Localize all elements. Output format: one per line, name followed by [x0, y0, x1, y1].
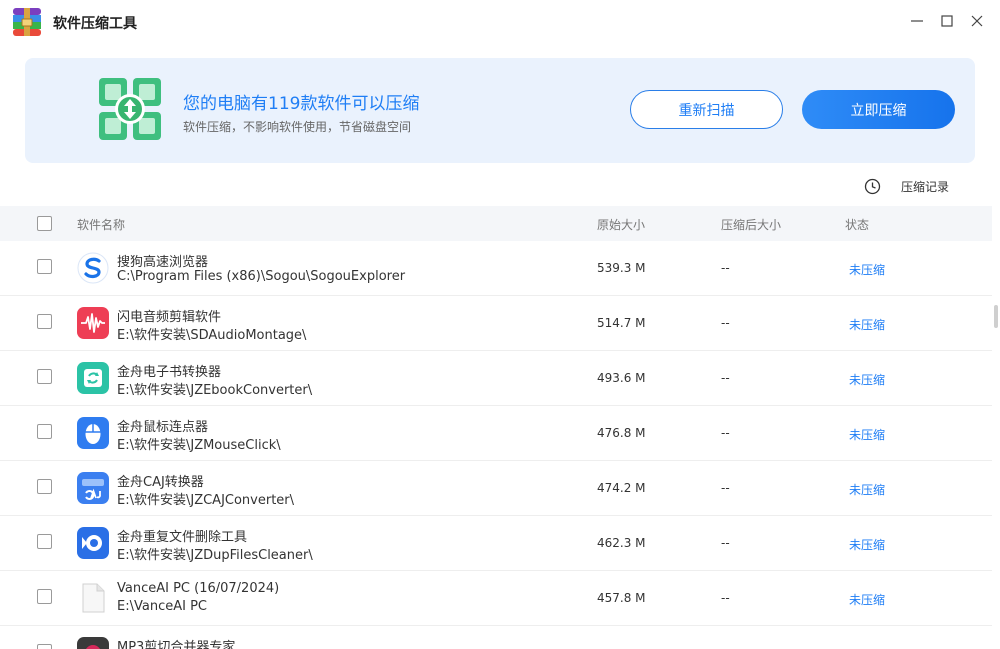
minimize-icon[interactable] [908, 12, 926, 30]
column-header-original-size[interactable]: 原始大小 [597, 216, 645, 233]
compressed-size: -- [721, 591, 730, 605]
install-path: E:\软件安装\JZEbookConverter\ [117, 383, 313, 398]
table-row[interactable]: 闪电音频剪辑软件 E:\软件安装\SDAudioMontage\ 514.7 M… [0, 296, 992, 351]
maximize-icon[interactable] [938, 12, 956, 30]
software-name: 金舟CAJ转换器 [117, 475, 204, 490]
install-path: C:\Program Files (x86)\Sogou\SogouExplor… [117, 269, 406, 284]
vertical-scrollbar-thumb[interactable] [994, 305, 998, 328]
compress-now-button[interactable]: 立即压缩 [802, 90, 955, 129]
close-icon[interactable] [968, 12, 986, 30]
blank-file-icon [82, 583, 105, 613]
software-name: MP3剪切合并器专家 [117, 640, 236, 649]
mouse-clicker-icon [77, 417, 109, 449]
row-checkbox[interactable] [37, 479, 52, 494]
software-name: 闪电音频剪辑软件 [117, 310, 222, 325]
compressible-count-headline: 您的电脑有119款软件可以压缩 [183, 94, 420, 114]
table-row[interactable]: 金舟鼠标连点器 E:\软件安装\JZMouseClick\ 476.8 M --… [0, 406, 992, 461]
table-row[interactable]: MP3剪切合并器专家 [0, 626, 992, 649]
software-name: 搜狗高速浏览器 [117, 255, 209, 270]
status-badge[interactable]: 未压缩 [849, 426, 885, 443]
compress-history-label: 压缩记录 [901, 179, 950, 194]
clock-icon [864, 178, 881, 194]
software-list: 搜狗高速浏览器 C:\Program Files (x86)\Sogou\Sog… [0, 241, 992, 649]
compressed-size: -- [721, 536, 730, 550]
software-name: VanceAI PC (16/07/2024) [117, 581, 280, 596]
compressed-size: -- [721, 371, 730, 385]
row-checkbox[interactable] [37, 589, 52, 604]
original-size: 539.3 M [597, 261, 646, 275]
software-name: 金舟重复文件删除工具 [117, 530, 248, 545]
title-bar: 软件压缩工具 [0, 0, 1000, 44]
ebook-converter-icon [77, 362, 109, 394]
original-size: 462.3 M [597, 536, 646, 550]
sogou-browser-icon [77, 252, 109, 284]
original-size: 514.7 M [597, 316, 646, 330]
original-size: 474.2 M [597, 481, 646, 495]
row-checkbox[interactable] [37, 644, 52, 649]
compressed-size: -- [721, 426, 730, 440]
caj-converter-icon [77, 472, 109, 504]
install-path: E:\VanceAI PC [117, 599, 207, 614]
column-header-status: 状态 [845, 218, 870, 232]
status-badge[interactable]: 未压缩 [849, 481, 885, 498]
status-badge[interactable]: 未压缩 [849, 536, 885, 553]
original-size: 493.6 M [597, 371, 646, 385]
duplicate-cleaner-icon [77, 527, 109, 559]
rescan-button[interactable]: 重新扫描 [630, 90, 783, 129]
install-path: E:\软件安装\SDAudioMontage\ [117, 328, 307, 343]
table-row[interactable]: 金舟CAJ转换器 E:\软件安装\JZCAJConverter\ 474.2 M… [0, 461, 992, 516]
row-checkbox[interactable] [37, 369, 52, 384]
table-row[interactable]: 金舟重复文件删除工具 E:\软件安装\JZDupFilesCleaner\ 46… [0, 516, 992, 571]
column-header-compressed-size[interactable]: 压缩后大小 [721, 216, 781, 233]
compressed-size: -- [721, 261, 730, 275]
table-row[interactable]: 金舟电子书转换器 E:\软件安装\JZEbookConverter\ 493.6… [0, 351, 992, 406]
select-all-checkbox[interactable] [37, 216, 52, 231]
original-size: 457.8 M [597, 591, 646, 605]
table-row[interactable]: 搜狗高速浏览器 C:\Program Files (x86)\Sogou\Sog… [0, 241, 992, 296]
app-title: 软件压缩工具 [53, 16, 137, 32]
compressed-size: -- [721, 481, 730, 495]
status-badge[interactable]: 未压缩 [849, 316, 885, 333]
status-badge[interactable]: 未压缩 [849, 371, 885, 388]
app-logo-icon [12, 7, 42, 37]
original-size: 476.8 M [597, 426, 646, 440]
software-name: 金舟电子书转换器 [117, 365, 222, 380]
row-checkbox[interactable] [37, 424, 52, 439]
compress-history-link[interactable]: 压缩记录 [864, 176, 949, 196]
install-path: E:\软件安装\JZDupFilesCleaner\ [117, 548, 313, 563]
audio-waveform-icon [77, 307, 109, 339]
software-name: 金舟鼠标连点器 [117, 420, 209, 435]
table-header: 软件名称 原始大小 压缩后大小 状态 [0, 206, 992, 241]
row-checkbox[interactable] [37, 314, 52, 329]
table-row[interactable]: VanceAI PC (16/07/2024) E:\VanceAI PC 45… [0, 571, 992, 626]
column-header-name[interactable]: 软件名称 [77, 216, 125, 233]
compressed-size: -- [721, 316, 730, 330]
row-checkbox[interactable] [37, 259, 52, 274]
install-path: E:\软件安装\JZCAJConverter\ [117, 493, 295, 508]
scan-summary-banner: 您的电脑有119款软件可以压缩 软件压缩，不影响软件使用，节省磁盘空间 重新扫描… [25, 58, 975, 163]
mp3-cutter-icon [77, 637, 109, 649]
status-badge[interactable]: 未压缩 [849, 261, 885, 278]
status-badge[interactable]: 未压缩 [849, 591, 885, 608]
row-checkbox[interactable] [37, 534, 52, 549]
banner-subtitle: 软件压缩，不影响软件使用，节省磁盘空间 [183, 120, 412, 134]
software-compress-icon [99, 78, 161, 140]
install-path: E:\软件安装\JZMouseClick\ [117, 438, 281, 453]
